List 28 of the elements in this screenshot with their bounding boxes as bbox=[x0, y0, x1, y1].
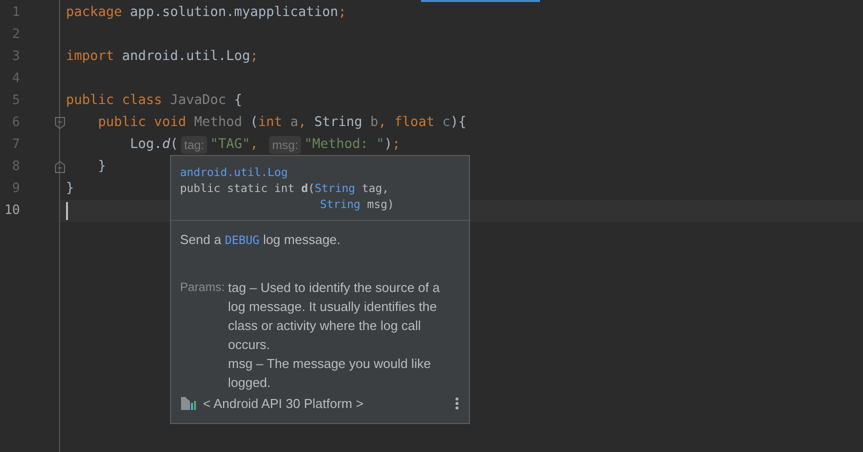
param-description: tag – Used to identify the source of a log message. It usually identifies the class or activity where the log call occurs. bbox=[228, 278, 441, 354]
library-source-link[interactable]: < Android API 30 Platform > bbox=[203, 394, 449, 413]
code-line: public void Method (int a, String b, float c){ bbox=[97, 114, 466, 132]
class-link[interactable]: android.util.Log bbox=[180, 165, 460, 181]
line-number: 9 bbox=[11, 180, 20, 198]
line-number: 5 bbox=[11, 92, 20, 110]
param-description: msg – The message you would like logged. bbox=[228, 354, 432, 392]
fold-marker-icon[interactable] bbox=[55, 117, 65, 129]
code-line: } bbox=[97, 158, 106, 176]
more-options-icon[interactable] bbox=[455, 396, 459, 410]
code-line: package app.solution.myapplication; bbox=[66, 4, 346, 22]
line-number: 6 bbox=[11, 114, 20, 132]
code-line: public class JavaDoc { bbox=[66, 92, 242, 110]
line-number: 8 bbox=[11, 158, 20, 176]
line-number: 3 bbox=[11, 48, 20, 66]
line-number: 7 bbox=[11, 136, 20, 154]
library-icon bbox=[181, 396, 197, 410]
method-signature: public static int d(String tag, String msg) bbox=[180, 181, 394, 213]
line-number: 2 bbox=[11, 26, 20, 44]
code-line: import android.util.Log; bbox=[66, 48, 258, 66]
params-label: Params: bbox=[180, 278, 226, 296]
method-description: Send a DEBUG log message. bbox=[180, 231, 340, 249]
code-line: } bbox=[66, 180, 74, 198]
code-line: Log.d( tag: "TAG", msg: "Method: "); bbox=[129, 135, 400, 155]
line-number: 10 bbox=[3, 202, 20, 220]
fold-marker-icon[interactable] bbox=[55, 161, 65, 173]
line-number: 1 bbox=[11, 4, 20, 22]
line-number: 4 bbox=[11, 70, 20, 88]
